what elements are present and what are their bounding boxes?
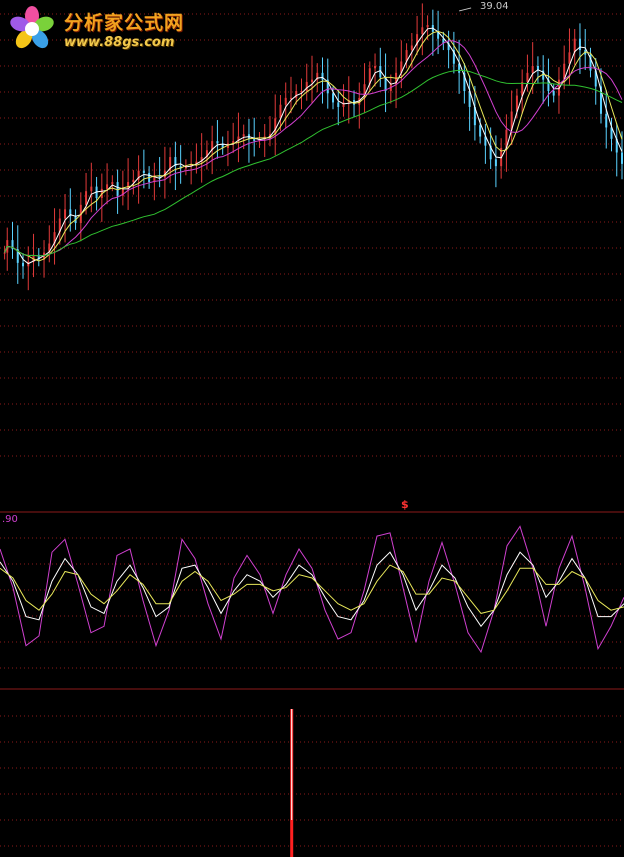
candle-body: [289, 97, 292, 99]
candle-body: [494, 159, 497, 167]
candle-body: [253, 138, 256, 142]
candle-body: [374, 66, 377, 69]
site-logo[interactable]: 分析家公式网 www.88gs.com: [6, 2, 206, 54]
ma-longest-line: [4, 69, 623, 257]
candle-body: [295, 91, 298, 98]
candle-body: [216, 141, 219, 144]
candle-body: [531, 66, 534, 73]
high-marker-line: [458, 7, 472, 12]
candle-body: [410, 45, 413, 51]
ma-long-line: [4, 40, 623, 257]
candle-body: [90, 186, 93, 192]
logo-title: 分析家公式网: [64, 12, 185, 34]
candle-body: [22, 262, 25, 267]
candle-body: [311, 79, 313, 82]
candle-body: [3, 252, 6, 254]
candle-body: [242, 134, 245, 137]
candle-body: [142, 170, 145, 173]
logo-url[interactable]: www.88gs.com: [64, 35, 174, 50]
oscillator-line-k: [0, 525, 624, 654]
signal-marker: $: [401, 498, 409, 511]
candle-body: [85, 191, 88, 205]
candle-body: [605, 113, 608, 128]
candle-body: [305, 81, 308, 92]
candle-body: [479, 125, 482, 137]
candle-body: [64, 209, 67, 219]
candle-body: [132, 179, 135, 183]
price-high-label: 39.04: [480, 1, 509, 12]
ma-short-line: [4, 27, 623, 265]
candle-body: [106, 184, 109, 189]
ma-mid-line: [4, 30, 623, 262]
oscillator-line-j: [0, 564, 624, 614]
indicator-value-label: .90: [2, 514, 18, 525]
candle-body: [426, 25, 429, 28]
candle-body: [274, 118, 277, 135]
candle-body: [568, 52, 571, 64]
candle-body: [621, 152, 623, 164]
candle-body: [552, 91, 555, 96]
price-panel: [0, 3, 624, 857]
oscillator-line-d: [0, 551, 624, 628]
candle-body: [111, 182, 114, 185]
flower-logo-icon: [10, 6, 54, 49]
candle-body: [578, 38, 581, 51]
candle-body: [421, 27, 424, 35]
candle-body: [337, 102, 340, 107]
candle-body: [526, 72, 529, 82]
candle-body: [573, 38, 576, 53]
candle-body: [332, 93, 335, 103]
candle-body: [284, 97, 287, 105]
candle-body: [116, 182, 119, 196]
stock-chart: 分析家公式网 www.88gs.com 39.04 $ .90: [0, 0, 624, 857]
